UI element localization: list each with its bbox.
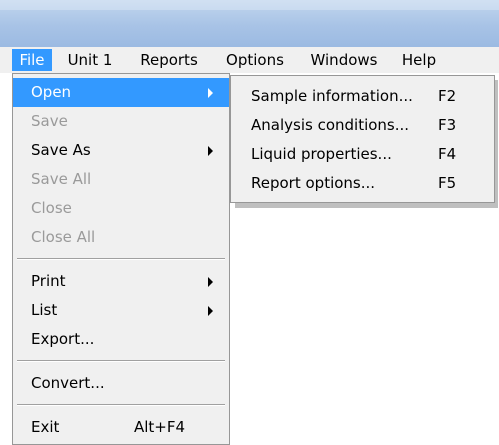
menu-item-print-label: Print xyxy=(31,272,66,290)
menu-options[interactable]: Options xyxy=(218,49,292,71)
menu-separator xyxy=(17,360,225,362)
submenu-item-label: Analysis conditions... xyxy=(251,116,410,134)
submenu-item-shortcut: F3 xyxy=(438,116,457,134)
menu-item-exit-label: Exit xyxy=(31,418,60,436)
submenu-arrow-icon xyxy=(208,88,213,98)
submenu-item-label: Report options... xyxy=(251,174,376,192)
menu-windows[interactable]: Windows xyxy=(301,49,387,71)
submenu-arrow-icon xyxy=(208,146,213,156)
submenu-item-shortcut: F2 xyxy=(438,87,457,105)
menu-file[interactable]: File xyxy=(12,49,52,71)
submenu-item-report-options[interactable]: Report options... F5 xyxy=(231,169,494,198)
menu-item-save-as-label: Save As xyxy=(31,141,91,159)
menu-separator xyxy=(17,258,225,260)
menu-help[interactable]: Help xyxy=(395,49,443,71)
menu-bar: File Unit 1 Reports Options Windows Help xyxy=(0,47,499,73)
menu-item-close[interactable]: Close xyxy=(13,194,229,223)
submenu-item-sample-information[interactable]: Sample information... F2 xyxy=(231,82,494,111)
menu-item-exit[interactable]: Exit Alt+F4 xyxy=(13,413,229,442)
menu-item-print[interactable]: Print xyxy=(13,267,229,296)
submenu-item-liquid-properties[interactable]: Liquid properties... F4 xyxy=(231,140,494,169)
submenu-item-label: Sample information... xyxy=(251,87,413,105)
menu-item-convert[interactable]: Convert... xyxy=(13,369,229,398)
file-menu-dropdown: Open Save Save As Save All Close Close A… xyxy=(12,73,230,445)
menu-unit-1[interactable]: Unit 1 xyxy=(62,49,118,71)
menu-item-open-label: Open xyxy=(31,83,72,101)
menu-item-exit-shortcut: Alt+F4 xyxy=(134,418,186,436)
submenu-arrow-icon xyxy=(208,277,213,287)
menu-separator xyxy=(17,404,225,406)
title-bar-highlight xyxy=(0,0,499,10)
menu-item-save-all[interactable]: Save All xyxy=(13,165,229,194)
submenu-arrow-icon xyxy=(208,306,213,316)
open-submenu: Sample information... F2 Analysis condit… xyxy=(230,75,495,203)
menu-item-save[interactable]: Save xyxy=(13,107,229,136)
menu-item-list[interactable]: List xyxy=(13,296,229,325)
menu-item-list-label: List xyxy=(31,301,58,319)
menu-reports[interactable]: Reports xyxy=(130,49,208,71)
submenu-item-shortcut: F5 xyxy=(438,174,457,192)
window-title-bar[interactable] xyxy=(0,0,499,47)
menu-item-save-as[interactable]: Save As xyxy=(13,136,229,165)
menu-item-open[interactable]: Open xyxy=(13,78,229,107)
submenu-item-label: Liquid properties... xyxy=(251,145,392,163)
submenu-item-shortcut: F4 xyxy=(438,145,457,163)
menu-item-close-all[interactable]: Close All xyxy=(13,223,229,252)
submenu-item-analysis-conditions[interactable]: Analysis conditions... F3 xyxy=(231,111,494,140)
menu-item-export[interactable]: Export... xyxy=(13,325,229,354)
